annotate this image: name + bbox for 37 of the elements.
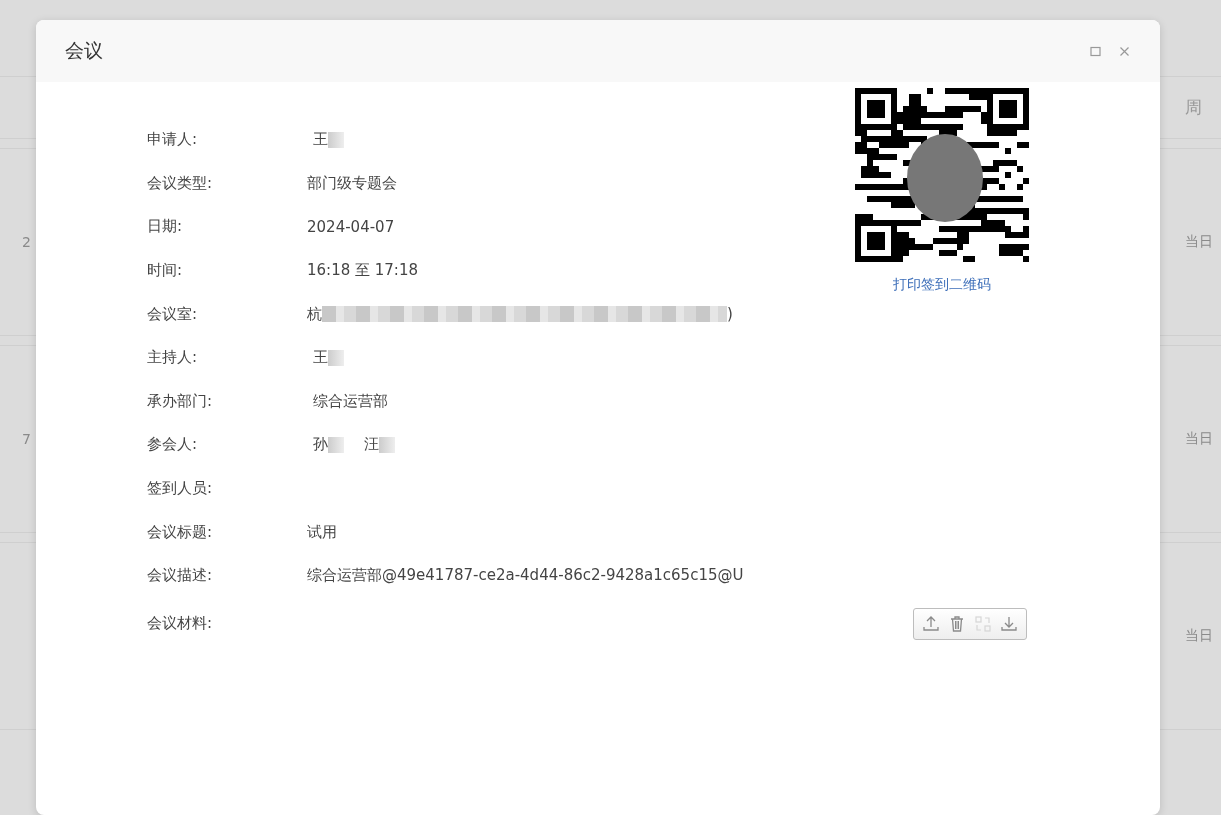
field-value: 2024-04-07 xyxy=(307,218,395,236)
download-icon[interactable] xyxy=(1000,614,1018,633)
field-value: 杭 xyxy=(307,304,322,324)
field-label: 会议室: xyxy=(147,304,199,324)
field-value: 王 xyxy=(313,348,328,368)
upload-icon[interactable] xyxy=(922,614,940,633)
field-label: 会议材料: xyxy=(147,614,214,634)
field-value: 综合运营部@49e41787-ce2a-4d44-86c2-9428a1c65c15@U xyxy=(307,566,744,586)
dialog-title: 会议 xyxy=(65,38,103,63)
field-value: ) xyxy=(727,305,733,324)
trash-icon[interactable] xyxy=(948,614,966,633)
field-label: 日期: xyxy=(147,217,184,237)
field-label: 参会人: xyxy=(147,435,199,455)
close-icon[interactable] xyxy=(1119,45,1130,57)
table-cell-text: 7 xyxy=(22,431,32,447)
field-label: 申请人: xyxy=(147,130,199,150)
field-value: 汪 xyxy=(364,435,379,455)
field-value: 王 xyxy=(313,130,328,150)
table-cell-text: 当日 xyxy=(1185,627,1214,645)
field-value: 综合运营部 xyxy=(313,391,388,411)
table-cell-text: 当日 xyxy=(1185,233,1214,251)
field-value: 16:18 至 17:18 xyxy=(307,261,418,281)
field-label: 时间: xyxy=(147,261,184,281)
table-cell-text: 2 xyxy=(22,234,32,250)
field-label: 承办部门: xyxy=(147,391,214,411)
field-label: 主持人: xyxy=(147,348,199,368)
field-label: 会议标题: xyxy=(147,522,214,542)
field-value: 孙 xyxy=(313,435,328,455)
field-value: 试用 xyxy=(307,522,337,542)
field-label: 签到人员: xyxy=(147,479,214,499)
maximize-icon[interactable] xyxy=(1090,45,1101,57)
column-header: 周 xyxy=(1185,96,1203,119)
field-value: 部门级专题会 xyxy=(307,173,397,193)
field-label: 会议描述: xyxy=(147,566,214,586)
print-qr-link[interactable]: 打印签到二维码 xyxy=(893,276,991,294)
field-label: 会议类型: xyxy=(147,173,214,193)
table-cell-text: 当日 xyxy=(1185,430,1214,448)
